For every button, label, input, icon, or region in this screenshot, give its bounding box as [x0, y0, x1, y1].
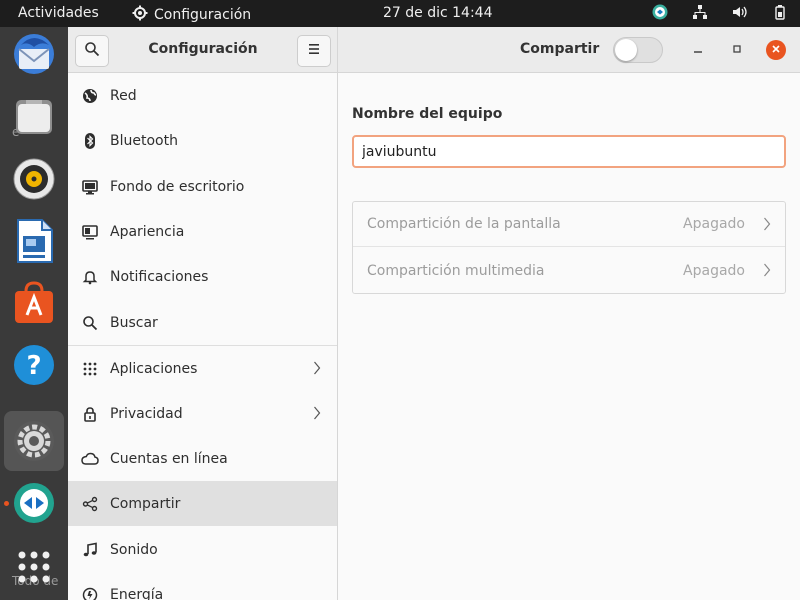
sidebar-item-label: Red	[110, 87, 137, 104]
files-icon[interactable]	[4, 87, 64, 147]
sidebar-item-privacidad[interactable]: Privacidad	[68, 391, 337, 436]
sidebar-item-aplicaciones[interactable]: Aplicaciones	[68, 346, 337, 391]
background-icon	[80, 177, 100, 197]
settings-icon[interactable]	[4, 411, 64, 471]
clock[interactable]: 27 de dic 14:44	[383, 5, 492, 21]
apps-grid-icon	[80, 359, 100, 379]
minimize-icon	[693, 43, 703, 57]
sidebar-item-label: Fondo de escritorio	[110, 178, 245, 195]
rhythmbox-icon[interactable]	[4, 149, 64, 209]
row-label: Compartición de la pantalla	[367, 216, 561, 232]
volume-icon[interactable]	[732, 4, 748, 20]
sidebar-item-sonido[interactable]: Sonido	[68, 527, 337, 572]
screen-sharing-row[interactable]: Compartición de la pantalla Apagado	[353, 202, 785, 247]
close-button[interactable]	[766, 40, 786, 60]
sidebar-item-label: Energía	[110, 586, 164, 600]
share-icon	[80, 494, 100, 514]
network-wired-icon[interactable]	[692, 4, 708, 20]
software-icon[interactable]	[4, 273, 64, 333]
show-apps-icon[interactable]	[4, 537, 64, 597]
music-note-icon	[80, 540, 100, 560]
sidebar-item-label: Cuentas en línea	[110, 450, 228, 467]
sidebar-item-label: Buscar	[110, 314, 158, 331]
settings-sidebar: Red Bluetooth Fondo de escritorio Aparie…	[68, 73, 338, 600]
row-status: Apagado	[683, 262, 745, 279]
bell-icon	[80, 267, 100, 287]
sharing-master-toggle[interactable]	[613, 37, 663, 63]
panel-title: Compartir	[520, 41, 600, 57]
row-label: Compartición multimedia	[367, 262, 545, 279]
toggle-knob	[615, 39, 637, 61]
app-menu[interactable]: Configuración	[132, 5, 251, 25]
settings-gear-icon	[132, 5, 148, 25]
device-name-label: Nombre del equipo	[352, 106, 503, 122]
sidebar-item-red[interactable]: Red	[68, 73, 337, 118]
chevron-right-icon	[313, 405, 321, 425]
sidebar-item-fondo[interactable]: Fondo de escritorio	[68, 164, 337, 209]
maximize-button[interactable]	[727, 40, 747, 60]
bluetooth-icon	[80, 131, 100, 151]
sidebar-item-cuentas[interactable]: Cuentas en línea	[68, 436, 337, 481]
top-bar: Actividades Configuración 27 de dic 14:4…	[0, 0, 800, 27]
sidebar-item-compartir[interactable]: Compartir	[68, 481, 337, 526]
teamviewer-tray-icon[interactable]	[652, 4, 668, 20]
sidebar-item-apariencia[interactable]: Apariencia	[68, 209, 337, 254]
help-icon[interactable]: ?	[4, 335, 64, 395]
sidebar-item-label: Privacidad	[110, 405, 183, 422]
sidebar-item-label: Notificaciones	[110, 268, 209, 285]
chevron-right-icon	[763, 262, 771, 282]
sharing-list: Compartición de la pantalla Apagado Comp…	[352, 201, 786, 294]
cloud-icon	[80, 449, 100, 469]
battery-icon[interactable]	[772, 4, 788, 20]
libreoffice-impress-icon[interactable]	[4, 211, 64, 271]
sidebar-item-label: Bluetooth	[110, 132, 178, 149]
device-name-field[interactable]	[352, 135, 786, 168]
sidebar-item-buscar[interactable]: Buscar	[68, 300, 337, 345]
activities-button[interactable]: Actividades	[18, 5, 99, 21]
sharing-panel: Nombre del equipo Compartición de la pan…	[338, 73, 800, 600]
search-icon	[80, 313, 100, 333]
appearance-icon	[80, 222, 100, 242]
sidebar-item-label: Sonido	[110, 541, 158, 558]
chevron-right-icon	[313, 360, 321, 380]
chevron-right-icon	[763, 216, 771, 236]
power-icon	[80, 585, 100, 600]
sidebar-item-label: Compartir	[110, 495, 181, 512]
sidebar-item-energia[interactable]: Energía	[68, 572, 337, 600]
minimize-button[interactable]	[688, 40, 708, 60]
hamburger-icon	[307, 43, 321, 59]
close-icon	[771, 43, 781, 58]
teamviewer-icon[interactable]	[4, 473, 64, 533]
sidebar-header: Configuración	[68, 27, 338, 73]
sidebar-item-notificaciones[interactable]: Notificaciones	[68, 254, 337, 299]
media-sharing-row[interactable]: Compartición multimedia Apagado	[353, 248, 785, 293]
menu-button[interactable]	[297, 35, 331, 67]
network-icon	[80, 86, 100, 106]
panel-header: Compartir	[338, 27, 800, 73]
settings-window: Configuración Compartir Red Bluetooth Fo…	[68, 27, 800, 600]
thunderbird-icon[interactable]	[4, 24, 64, 84]
dock: e Todo de ?	[0, 27, 68, 600]
sidebar-item-label: Apariencia	[110, 223, 185, 240]
system-tray[interactable]	[652, 4, 788, 20]
app-menu-label: Configuración	[154, 7, 252, 23]
sidebar-item-label: Aplicaciones	[110, 360, 198, 377]
svg-text:?: ?	[26, 351, 41, 381]
sidebar-item-bluetooth[interactable]: Bluetooth	[68, 118, 337, 163]
row-status: Apagado	[683, 216, 745, 232]
lock-icon	[80, 404, 100, 424]
maximize-icon	[732, 43, 742, 57]
